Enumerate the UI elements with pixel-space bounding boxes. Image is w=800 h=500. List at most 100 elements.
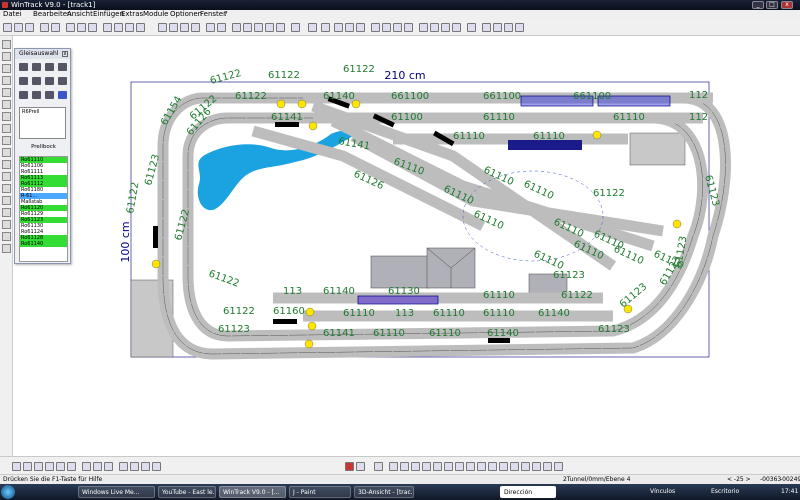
tool-p-icon[interactable] [419, 23, 428, 32]
layer-tool-icon[interactable] [2, 232, 11, 241]
drawing-canvas[interactable]: 210 cm 100 cm 61122 61122 61122 61140 66… [13, 36, 800, 456]
undo-icon[interactable] [206, 23, 215, 32]
bt-icon-24[interactable] [477, 462, 486, 471]
house-tool-icon[interactable] [2, 172, 11, 181]
edit-tool-icon[interactable] [2, 64, 11, 73]
bt-icon-2[interactable] [23, 462, 32, 471]
tool-b-icon[interactable] [114, 23, 123, 32]
menu-ansicht[interactable]: Ansicht [67, 10, 93, 19]
building-icon[interactable] [45, 91, 54, 99]
tool-h-icon[interactable] [265, 23, 274, 32]
tool-g-icon[interactable] [254, 23, 263, 32]
bt-icon-4[interactable] [45, 462, 54, 471]
bt-icon-8[interactable] [93, 462, 102, 471]
cut-icon[interactable] [66, 23, 75, 32]
tool-s-icon[interactable] [452, 23, 461, 32]
menu-help[interactable]: ? [224, 10, 228, 19]
bt-icon-22[interactable] [455, 462, 464, 471]
straight-track-icon[interactable] [32, 63, 41, 71]
close-button[interactable]: x [781, 1, 793, 9]
track-list-item[interactable]: Ro61140 [20, 241, 67, 247]
address-field[interactable]: Dirección [500, 486, 556, 498]
bt-icon-27[interactable] [510, 462, 519, 471]
redo-icon[interactable] [217, 23, 226, 32]
new-file-icon[interactable] [3, 23, 12, 32]
switch-track-icon[interactable] [45, 63, 54, 71]
bt-icon-25[interactable] [488, 462, 497, 471]
font-tool-icon[interactable] [2, 244, 11, 253]
grid-tool-icon[interactable] [2, 220, 11, 229]
bt-icon-18[interactable] [411, 462, 420, 471]
task-3d-view[interactable]: 3D-Ansicht - [trac... [354, 486, 414, 498]
menu-bearbeiten[interactable]: Bearbeiten [33, 10, 71, 19]
bridge-tool-icon[interactable] [2, 136, 11, 145]
uncoupler-icon[interactable] [32, 91, 41, 99]
measure-tool-icon[interactable] [2, 76, 11, 85]
turntable-icon[interactable] [32, 77, 41, 85]
tool-x-icon[interactable] [515, 23, 524, 32]
bt-icon-11[interactable] [130, 462, 139, 471]
bt-icon-30[interactable] [543, 462, 552, 471]
tool-f-icon[interactable] [243, 23, 252, 32]
bt-icon-10[interactable] [119, 462, 128, 471]
menu-optionen[interactable]: Optionen [170, 10, 202, 19]
rotate-tool-icon[interactable] [2, 88, 11, 97]
task-windows-live[interactable]: Windows Live Me... [78, 486, 155, 498]
task-youtube[interactable]: YouTube - East le... [158, 486, 216, 498]
bt-icon-21[interactable] [444, 462, 453, 471]
flip-tool-icon[interactable] [2, 100, 11, 109]
tool-t-icon[interactable] [467, 23, 476, 32]
bt-icon-14[interactable] [356, 462, 365, 471]
tray-links[interactable]: Vínculos [650, 484, 675, 500]
bt-icon-29[interactable] [532, 462, 541, 471]
train-red3-icon[interactable] [356, 23, 365, 32]
select-cursor-icon[interactable] [308, 23, 317, 32]
open-file-icon[interactable] [14, 23, 23, 32]
tool-d-icon[interactable] [136, 23, 145, 32]
bt-icon-7[interactable] [82, 462, 91, 471]
zoom-out-icon[interactable] [169, 23, 178, 32]
palette-close-button[interactable]: x [62, 51, 68, 57]
zoom-fit-icon[interactable] [180, 23, 189, 32]
bt-icon-19[interactable] [422, 462, 431, 471]
signal-tool-icon[interactable] [2, 196, 11, 205]
bt-icon-20[interactable] [433, 462, 442, 471]
tray-desktop[interactable]: Escritorio [711, 484, 739, 500]
crossing-track-icon[interactable] [58, 63, 67, 71]
tool-u-icon[interactable] [482, 23, 491, 32]
track-layout[interactable]: 210 cm 100 cm 61122 611226112261140 6611… [13, 36, 800, 456]
tool-m-icon[interactable] [382, 23, 391, 32]
copy-icon[interactable] [77, 23, 86, 32]
tool-c-icon[interactable] [125, 23, 134, 32]
minimize-button[interactable]: _ [752, 1, 764, 9]
bt-icon-15[interactable] [374, 462, 383, 471]
paste-icon[interactable] [88, 23, 97, 32]
bt-icon-13[interactable] [152, 462, 161, 471]
tool-w-icon[interactable] [504, 23, 513, 32]
task-wintrack[interactable]: WinTrack V9.0 - [... [219, 486, 286, 498]
bt-icon-31[interactable] [554, 462, 563, 471]
bt-icon-9[interactable] [104, 462, 113, 471]
delete-tool-icon[interactable] [2, 112, 11, 121]
maximize-button[interactable]: □ [766, 1, 778, 9]
train-red2-icon[interactable] [345, 23, 354, 32]
level-tool-icon[interactable] [2, 148, 11, 157]
tool-o-icon[interactable] [404, 23, 413, 32]
text-tool-icon[interactable] [2, 160, 11, 169]
bt-icon-1[interactable] [12, 462, 21, 471]
menu-extras[interactable]: Extras [121, 10, 143, 19]
zoom-window-icon[interactable] [191, 23, 200, 32]
bt-icon-23[interactable] [466, 462, 475, 471]
menu-module[interactable]: Module [143, 10, 168, 19]
menu-einfuegen[interactable]: Einfügen [93, 10, 124, 19]
tool-k-icon[interactable] [321, 23, 330, 32]
tool-l-icon[interactable] [371, 23, 380, 32]
curve-track-icon[interactable] [19, 63, 28, 71]
save-icon[interactable] [25, 23, 34, 32]
bt-icon-12[interactable] [141, 462, 150, 471]
bt-icon-16[interactable] [389, 462, 398, 471]
menu-fenster[interactable]: Fenster [200, 10, 226, 19]
bt-train-icon[interactable] [345, 462, 354, 471]
platform-icon[interactable] [58, 77, 67, 85]
start-button[interactable] [1, 485, 15, 499]
